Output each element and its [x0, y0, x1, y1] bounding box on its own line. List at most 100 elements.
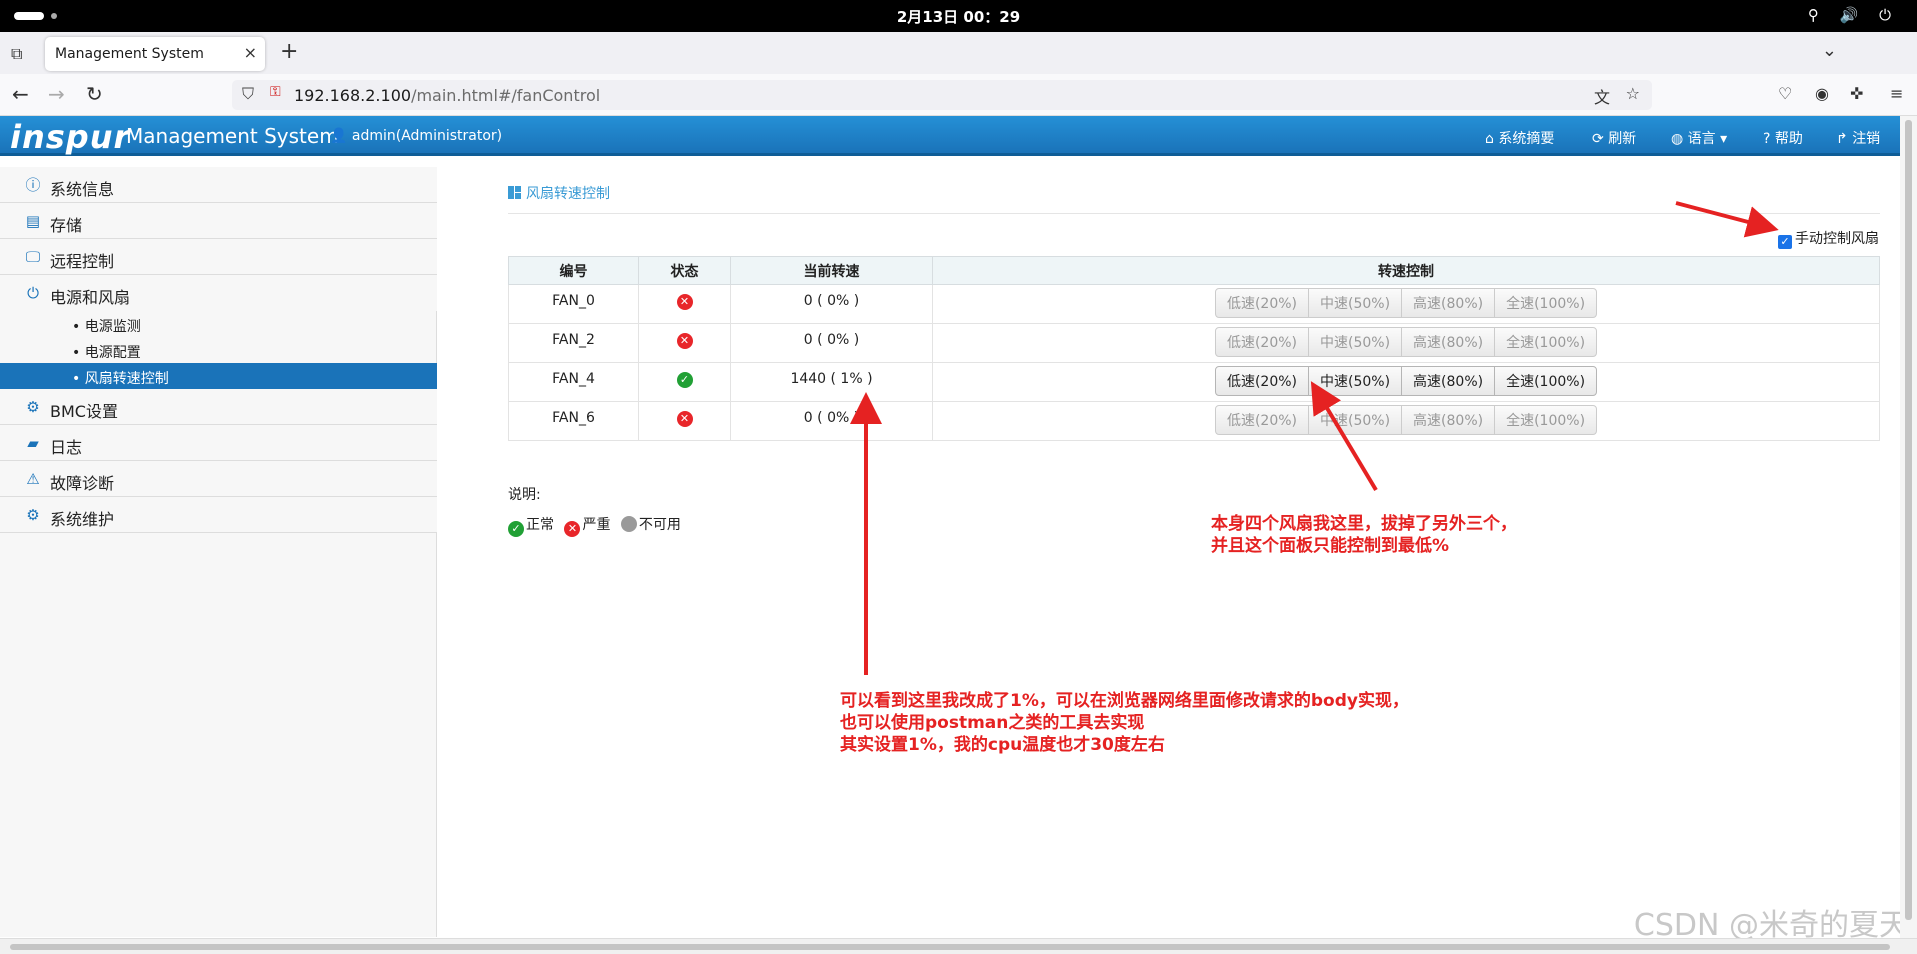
sidebar-item-diagnosis[interactable]: ⚠ 故障诊断	[0, 461, 437, 497]
url-text[interactable]: 192.168.2.100/main.html#/fanControl	[294, 86, 600, 105]
power-icon: ⏻	[27, 284, 39, 302]
os-clock[interactable]: 2月13日 00：29	[0, 6, 1917, 27]
tab-list-chevron-icon[interactable]: ⌄	[1822, 40, 1837, 61]
bookmark-star-icon[interactable]: ☆	[1626, 84, 1640, 103]
status-error-icon: ✕	[676, 333, 693, 349]
horizontal-scroll-thumb[interactable]	[10, 944, 1890, 950]
sidebar-item-label: BMC设置	[50, 402, 118, 421]
page-title-text: 风扇转速控制	[526, 186, 610, 202]
sidebar-subitem-fan-control[interactable]: • 风扇转速控制	[0, 363, 437, 389]
full-speed-button[interactable]: 全速(100%)	[1494, 366, 1598, 396]
new-tab-icon[interactable]: +	[280, 39, 298, 64]
home-icon: ⌂	[1485, 131, 1494, 147]
low-speed-button[interactable]: 低速(20%)	[1214, 366, 1309, 396]
sidebar: ⓘ 系统信息 ▤ 存储 🖵 远程控制 ⏻ 电源和风扇 • 电源监测 • 电源配置…	[0, 167, 437, 937]
gears-icon: ⚙	[26, 506, 40, 524]
user-label: admin(Administrator)	[351, 128, 503, 144]
sidebar-subitem-label: • 电源配置	[72, 345, 141, 361]
legend-error: ✕ 严重	[564, 517, 610, 537]
mid-speed-button[interactable]: 中速(50%)	[1308, 405, 1403, 435]
sidebar-subitem-label: • 电源监测	[72, 319, 141, 335]
globe-icon: ◍	[1671, 131, 1684, 147]
system-tray[interactable]: ⚲ 🔊 ⏻	[1808, 6, 1899, 24]
sidebar-item-system-info[interactable]: ⓘ 系统信息	[0, 167, 437, 203]
url-path: /main.html#/fanControl	[411, 86, 601, 105]
high-speed-button[interactable]: 高速(80%)	[1401, 327, 1496, 357]
extensions-icon[interactable]: ✜	[1850, 84, 1863, 103]
sidebar-item-remote-control[interactable]: 🖵 远程控制	[0, 239, 437, 275]
sidebar-subitem-power-config[interactable]: • 电源配置	[0, 337, 437, 363]
horizontal-scrollbar[interactable]	[0, 938, 1917, 954]
full-speed-button[interactable]: 全速(100%)	[1494, 288, 1598, 318]
tab-overview-icon[interactable]: ⧉	[11, 44, 22, 64]
back-arrow-icon[interactable]: ←	[12, 82, 29, 106]
high-speed-button[interactable]: 高速(80%)	[1401, 288, 1496, 318]
fan-speed: 0 ( 0% )	[730, 284, 933, 324]
question-icon: ?	[1763, 131, 1771, 147]
dashboard-icon	[508, 186, 521, 199]
pocket-icon[interactable]: ♡	[1778, 84, 1792, 103]
fan-speed: 0 ( 0% )	[730, 323, 933, 363]
log-icon: ▰	[27, 434, 39, 452]
menu-logout-label: 注销	[1852, 131, 1881, 147]
sidebar-subitem-label: • 风扇转速控制	[72, 371, 169, 387]
high-speed-button[interactable]: 高速(80%)	[1401, 366, 1496, 396]
menu-language[interactable]: ◍ 语言 ▾	[1671, 128, 1727, 148]
menu-logout[interactable]: ↱ 注销	[1836, 128, 1880, 148]
sidebar-subitem-text: 电源监测	[84, 319, 141, 335]
menu-icon[interactable]: ≡	[1890, 84, 1903, 103]
insecure-lock-icon[interactable]: ⚿	[270, 84, 281, 100]
annotation-right-line1: 本身四个风扇我这里，拔掉了另外三个，	[1211, 514, 1517, 534]
fan-id: FAN_6	[508, 401, 639, 441]
browser-tab[interactable]: Management System ×	[45, 37, 265, 71]
annotation-right-line2: 并且这个面板只能控制到最低%	[1211, 536, 1450, 556]
fan-table: 编号 状态 当前转速 转速控制 FAN_0 ✕ 0 ( 0% ) 低速(20%) 中速(…	[508, 256, 1880, 441]
status-ok-icon: ✓	[508, 521, 524, 537]
storage-icon: ▤	[25, 212, 41, 230]
translate-icon[interactable]: 文	[1594, 84, 1610, 108]
shield-icon[interactable]: ⛉	[242, 84, 254, 104]
sidebar-item-maintenance[interactable]: ⚙ 系统维护	[0, 497, 437, 533]
col-status: 状态	[638, 256, 731, 285]
fan-speed-control: 低速(20%) 中速(50%) 高速(80%) 全速(100%)	[932, 284, 1880, 324]
user-icon: 👤	[330, 128, 348, 144]
forward-arrow-icon[interactable]: →	[48, 82, 65, 106]
sidebar-item-logs[interactable]: ▰ 日志	[0, 425, 437, 461]
speed-button-group: 低速(20%) 中速(50%) 高速(80%) 全速(100%)	[1214, 366, 1598, 396]
fan-status: ✕	[638, 284, 731, 324]
mid-speed-button[interactable]: 中速(50%)	[1308, 288, 1403, 318]
mid-speed-button[interactable]: 中速(50%)	[1308, 366, 1403, 396]
full-speed-button[interactable]: 全速(100%)	[1494, 327, 1598, 357]
caret-down-icon: ▾	[1720, 131, 1728, 147]
low-speed-button[interactable]: 低速(20%)	[1214, 405, 1309, 435]
low-speed-button[interactable]: 低速(20%)	[1214, 288, 1309, 318]
manual-control-checkbox[interactable]: ✓	[1778, 235, 1792, 249]
address-bar[interactable]: ⛉ ⚿ 192.168.2.100/main.html#/fanControl …	[232, 80, 1652, 110]
vertical-scroll-thumb[interactable]	[1905, 120, 1912, 920]
sidebar-subitem-power-monitor[interactable]: • 电源监测	[0, 311, 437, 337]
close-tab-icon[interactable]: ×	[244, 43, 257, 62]
mid-speed-button[interactable]: 中速(50%)	[1308, 327, 1403, 357]
legend-unavailable: 不可用	[620, 516, 681, 533]
high-speed-button[interactable]: 高速(80%)	[1401, 405, 1496, 435]
fan-speed: 0 ( 0% )	[730, 401, 933, 441]
manual-fan-control-toggle[interactable]: ✓ 手动控制风扇	[1778, 228, 1879, 249]
inspur-logo: inspur	[10, 118, 131, 156]
full-speed-button[interactable]: 全速(100%)	[1494, 405, 1598, 435]
account-icon[interactable]: ◉	[1815, 84, 1829, 103]
annotation-bottom: 可以看到这里我改成了1%，可以在浏览器网络里面修改请求的body实现， 也可以使…	[840, 690, 1409, 756]
sidebar-item-label: 系统维护	[50, 510, 115, 529]
sidebar-item-bmc-settings[interactable]: ⚙ BMC设置	[0, 389, 437, 425]
menu-help[interactable]: ? 帮助	[1763, 128, 1803, 148]
sidebar-item-power-fan[interactable]: ⏻ 电源和风扇	[0, 275, 437, 311]
sidebar-subitem-text: 电源配置	[84, 345, 141, 361]
menu-summary[interactable]: ⌂ 系统摘要	[1485, 128, 1554, 148]
menu-refresh[interactable]: ⟳ 刷新	[1592, 128, 1636, 148]
app-title: Management System	[126, 124, 339, 148]
vertical-scrollbar[interactable]	[1900, 116, 1917, 938]
fan-status: ✓	[638, 362, 731, 402]
low-speed-button[interactable]: 低速(20%)	[1214, 327, 1309, 357]
reload-icon[interactable]: ↻	[86, 82, 103, 106]
sidebar-item-storage[interactable]: ▤ 存储	[0, 203, 437, 239]
sidebar-item-label: 日志	[50, 438, 83, 457]
